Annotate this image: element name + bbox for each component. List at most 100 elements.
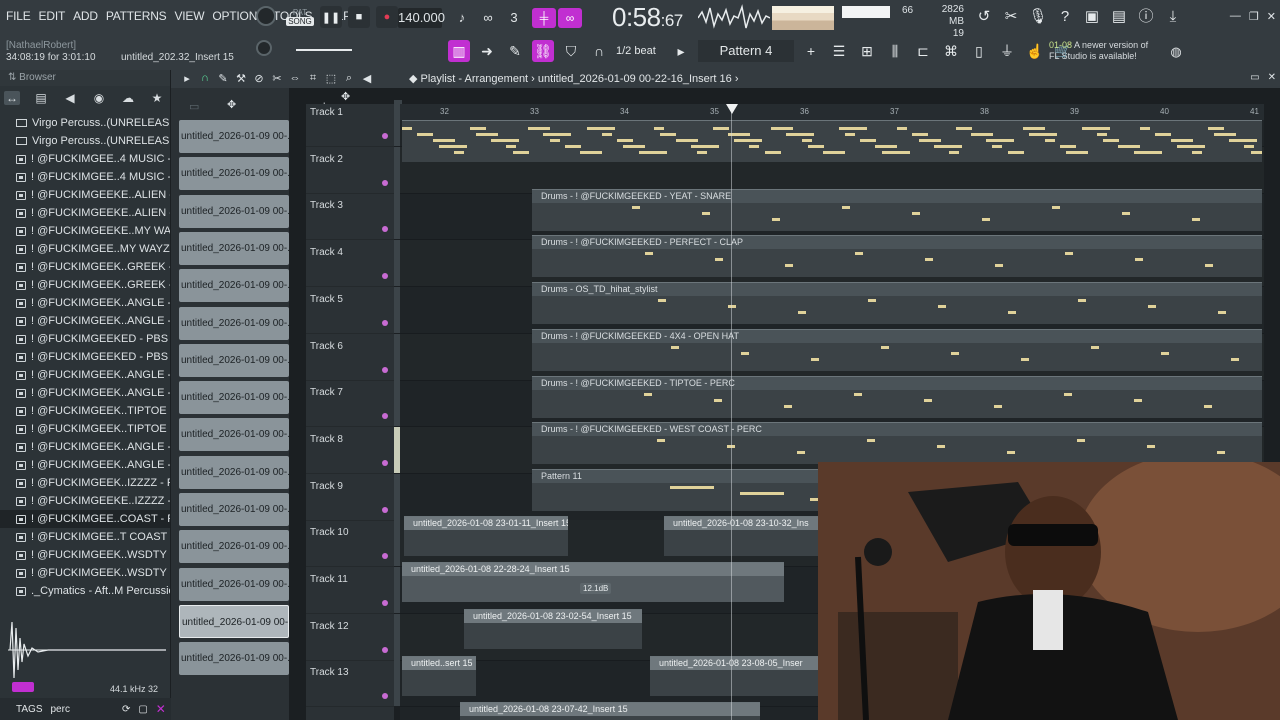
clip-picker-item[interactable]: untitled_2026-01-09 00-... [179, 642, 289, 676]
track-header[interactable]: Track 12 [306, 613, 402, 661]
master-slider[interactable] [296, 49, 352, 51]
mixer-icon[interactable]: ⫼ [884, 40, 906, 62]
clip-picker-item[interactable]: untitled_2026-01-09 00-... [179, 120, 289, 153]
audio-clip[interactable]: untitled_2026-01-08 23-07-42_Insert 15 [460, 702, 760, 720]
browser-item[interactable]: ! @FUCKIMGEEK..ANGLE - PERC [0, 312, 170, 330]
piano-roll-icon[interactable]: ▥ [448, 40, 470, 62]
track-mute-dot[interactable] [382, 646, 388, 653]
track-header[interactable]: Track 11 [306, 567, 402, 614]
browser-item[interactable]: ! @FUCKIMGEE..4 MUSIC - PERC [0, 150, 170, 168]
menu-view[interactable]: VIEW [174, 9, 204, 23]
pattern-clip[interactable]: Drums - ! @FUCKIMGEEKED - 4X4 - OPEN HAT [532, 328, 1262, 371]
browser-item[interactable]: ! @FUCKIMGEE..4 MUSIC - PERC [0, 168, 170, 186]
browser-item[interactable]: ! @FUCKIMGEEK..WSDTY - PERC [0, 564, 170, 582]
track-mute-dot[interactable] [382, 553, 388, 560]
track-mute-dot[interactable] [382, 226, 388, 233]
track-header[interactable]: Track 3 [306, 193, 402, 241]
speaker-icon[interactable]: ◀ [62, 91, 78, 105]
track-mute-dot[interactable] [382, 133, 388, 139]
cloud-icon[interactable]: ☁ [120, 91, 136, 105]
preview-play-button[interactable] [12, 682, 34, 692]
mute-icon[interactable]: ✂ [271, 72, 283, 85]
clip-picker-item[interactable]: untitled_2026-01-09 00-... [179, 493, 289, 526]
undo-icon[interactable]: ↺ [974, 7, 994, 27]
add-pattern-icon[interactable]: + [800, 40, 822, 62]
clip-picker-item[interactable]: untitled_2026-01-09 00-... [179, 530, 289, 564]
menu-edit[interactable]: EDIT [39, 9, 66, 23]
magnet-icon[interactable]: ∩ [588, 40, 610, 62]
info-icon[interactable]: ⓘ [1136, 7, 1156, 27]
clip-picker-item[interactable]: untitled_2026-01-09 00-... [179, 455, 289, 489]
touch-icon[interactable]: ☝ [1024, 40, 1046, 62]
clip-picker-item[interactable]: untitled_2026-01-09 00-... [179, 567, 289, 601]
browser-item[interactable]: ! @FUCKIMGEE..COAST - PERC [0, 510, 170, 528]
browser-item[interactable]: ! @FUCKIMGEEK..ANGLE - PERC [0, 456, 170, 474]
update-notice[interactable]: 01-08 A newer version of FL Studio is av… [1049, 40, 1148, 62]
star-icon[interactable]: ★ [149, 91, 165, 105]
close-icon[interactable]: ✕ [1267, 10, 1276, 23]
track-mute-dot[interactable] [382, 179, 388, 186]
restore-icon[interactable]: ❐ [1249, 10, 1259, 23]
step-edit-button[interactable]: ╪ [532, 8, 556, 28]
paint-icon[interactable]: ⚒ [235, 72, 247, 85]
browser-item[interactable]: ! @FUCKIMGEEK..ANGLE - PERC [0, 438, 170, 456]
loop-record-button[interactable]: ∞ [558, 8, 582, 28]
clipboard-icon[interactable]: ▤ [33, 91, 49, 105]
delete-icon[interactable]: ⊘ [253, 72, 265, 85]
arrow-icon[interactable]: ➜ [476, 40, 498, 62]
track-header[interactable]: Track 13 [306, 660, 402, 708]
pencil-icon[interactable]: ✎ [504, 40, 526, 62]
browser-item[interactable]: ! @FUCKIMGEEKE..ALIEN - PERC [0, 186, 170, 204]
channel-rack-icon[interactable]: ⊞ [856, 40, 878, 62]
clip-picker-item[interactable]: untitled_2026-01-09 00-... [179, 418, 289, 452]
browser-item[interactable]: ! @FUCKIMGEEK..TIPTOE - PERC [0, 402, 170, 420]
browser-item[interactable]: ! @FUCKIMGEEK..IZZZZ - PERC [0, 474, 170, 492]
playlist-icon[interactable]: ☰ [828, 40, 850, 62]
metronome-icon[interactable]: ♪ [452, 8, 472, 28]
browser-icon[interactable]: ⊏ [912, 40, 934, 62]
clip-picker-item[interactable]: untitled_2026-01-09 00-... [179, 604, 289, 638]
zoom-icon[interactable]: ⌕ [343, 72, 355, 85]
stop-button[interactable]: ■ [348, 6, 370, 28]
browser-item[interactable]: ! @FUCKIMGEE..MY WAYZ - PERC [0, 240, 170, 258]
stamp-icon[interactable]: ⛉ [560, 40, 582, 62]
globe-icon[interactable]: ◍ [1166, 42, 1186, 62]
plug-icon[interactable]: ⏚ [996, 40, 1018, 62]
master-pitch-knob[interactable] [256, 40, 272, 56]
clip-picker-item[interactable]: untitled_2026-01-09 00-... [179, 306, 289, 340]
browser-item[interactable]: ! @FUCKIMGEEK..GREEK - PERC [0, 258, 170, 276]
select-icon[interactable]: ⬚ [325, 72, 337, 85]
track-mute-dot[interactable] [382, 273, 388, 280]
clip-picker-item[interactable]: untitled_2026-01-09 00-... [179, 343, 289, 377]
track-mute-dot[interactable] [382, 600, 388, 606]
browser-item[interactable]: ! @FUCKIMGEEK..ANGLE - PERC [0, 366, 170, 384]
menu-file[interactable]: FILE [6, 9, 31, 23]
tags-value[interactable]: perc [50, 704, 69, 715]
master-volume-slider[interactable] [842, 6, 890, 18]
play-button[interactable]: ❚❚ [320, 6, 342, 28]
clear-tags-icon[interactable]: ✕ [156, 702, 166, 716]
track-header[interactable]: Track 6 [306, 333, 402, 381]
file-icon[interactable]: ▯ [968, 40, 990, 62]
menu-add[interactable]: ADD [73, 9, 98, 23]
browser-item[interactable]: ! @FUCKIMGEEK..ANGLE - PERC [0, 384, 170, 402]
time-display[interactable]: 0:58:67 [612, 2, 683, 33]
browser-item[interactable]: ! @FUCKIMGEEKE..MY WAYZ - PERC [0, 222, 170, 240]
browser-item[interactable]: ! @FUCKIMGEEKE..ALIEN - PERC [0, 204, 170, 222]
slice-icon[interactable]: ⌗ [307, 72, 319, 85]
playhead-marker[interactable] [726, 104, 738, 114]
audio-clip[interactable]: untitled_2026-01-08 22-28-24_Insert 15 12… [402, 562, 784, 603]
cut-icon[interactable]: ✂ [1001, 7, 1021, 27]
audio-clip[interactable]: untitled..sert 15 [402, 655, 476, 696]
browser-item[interactable]: ! @FUCKIMGEEKED - PBS - PERC [0, 330, 170, 348]
browser-item[interactable]: ! @FUCKIMGEEK..ANGLE - PERC [0, 294, 170, 312]
browser-item[interactable]: Virgo Percuss..(UNRELEASED) [0, 132, 170, 150]
wait-input-icon[interactable]: ∞ [478, 8, 498, 28]
menu-patterns[interactable]: PATTERNS [106, 9, 167, 23]
track-mute-dot[interactable] [382, 413, 388, 420]
pattern-clip[interactable]: Drums - ! @FUCKIMGEEKED - PERFECT - CLAP [532, 235, 1262, 278]
pattern-clip[interactable]: Drums - OS_TD_hihat_stylist [532, 282, 1262, 325]
pattern-clip-track1[interactable] [402, 120, 1262, 162]
network-icon[interactable]: ◉ [91, 91, 107, 105]
browser-item[interactable]: ! @FUCKIMGEEK..TIPTOE - PERC [0, 420, 170, 438]
